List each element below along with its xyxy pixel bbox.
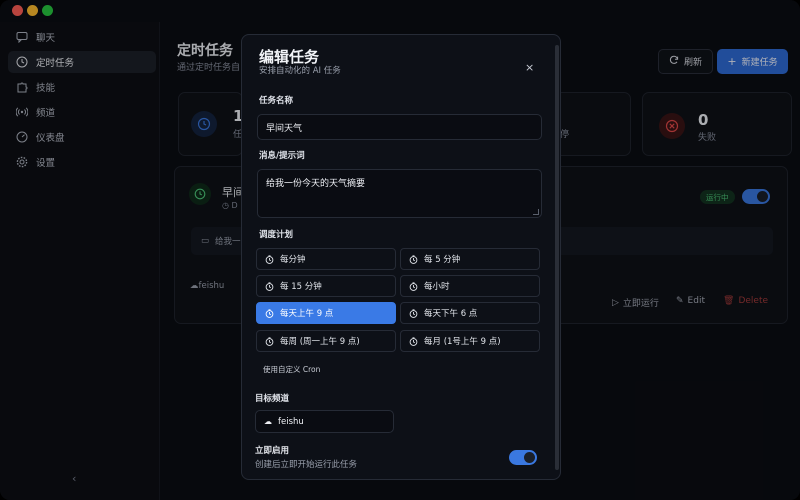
preset-label: 每分钟 bbox=[280, 255, 306, 265]
preset-weekly-monday[interactable]: 每周 (周一上午 9 点) bbox=[256, 330, 396, 352]
message-textarea[interactable]: 给我一份今天的天气摘要 bbox=[257, 169, 542, 218]
preset-label: 每 15 分钟 bbox=[280, 282, 322, 292]
timer-icon bbox=[265, 308, 274, 318]
timer-icon bbox=[409, 308, 418, 318]
timer-icon bbox=[409, 254, 418, 264]
close-icon[interactable]: × bbox=[525, 61, 534, 74]
timer-icon bbox=[409, 336, 418, 346]
preset-daily-9am[interactable]: 每天上午 9 点 bbox=[256, 302, 396, 324]
message-text: 给我一份今天的天气摘要 bbox=[266, 179, 366, 189]
dialog-scrollbar[interactable] bbox=[555, 45, 559, 470]
preset-label: 每天上午 9 点 bbox=[280, 309, 334, 319]
task-name-input[interactable]: 早间天气 bbox=[257, 114, 542, 140]
preset-monthly-1st[interactable]: 每月 (1号上午 9 点) bbox=[400, 330, 540, 352]
channel-value: feishu bbox=[278, 416, 304, 427]
schedule-label: 调度计划 bbox=[259, 230, 294, 240]
preset-label: 每小时 bbox=[424, 282, 450, 292]
enable-now-toggle[interactable] bbox=[509, 450, 537, 465]
preset-label: 每天下午 6 点 bbox=[424, 309, 478, 319]
edit-task-dialog: 编辑任务 安排自动化的 AI 任务 × 任务名称 早间天气 消息/提示词 给我一… bbox=[241, 34, 561, 480]
message-label: 消息/提示词 bbox=[259, 151, 305, 161]
enable-now-description: 创建后立即开始运行此任务 bbox=[255, 460, 358, 470]
enable-now-title: 立即启用 bbox=[255, 446, 290, 456]
preset-every-minute[interactable]: 每分钟 bbox=[256, 248, 396, 270]
preset-every-15-min[interactable]: 每 15 分钟 bbox=[256, 275, 396, 297]
timer-icon bbox=[265, 254, 274, 264]
app-window: 聊天 定时任务 技能 频道 仪表盘 设置 ‹ 定时任务 通过定时任务自 刷新 +… bbox=[0, 0, 800, 500]
custom-cron-link[interactable]: 使用自定义 Cron bbox=[263, 364, 320, 375]
timer-icon bbox=[409, 281, 418, 291]
preset-label: 每周 (周一上午 9 点) bbox=[280, 337, 360, 347]
channel-label: 目标频道 bbox=[255, 394, 290, 404]
toggle-knob bbox=[524, 452, 535, 463]
channel-select[interactable]: ☁ feishu bbox=[255, 410, 394, 433]
timer-icon bbox=[265, 281, 274, 291]
timer-icon bbox=[265, 336, 274, 346]
task-name-label: 任务名称 bbox=[259, 96, 294, 106]
preset-label: 每 5 分钟 bbox=[424, 255, 461, 265]
dialog-subtitle: 安排自动化的 AI 任务 bbox=[259, 66, 341, 76]
preset-every-5-min[interactable]: 每 5 分钟 bbox=[400, 248, 540, 270]
preset-label: 每月 (1号上午 9 点) bbox=[424, 337, 501, 347]
preset-daily-6pm[interactable]: 每天下午 6 点 bbox=[400, 302, 540, 324]
resize-handle[interactable] bbox=[533, 209, 539, 215]
feishu-icon: ☁ bbox=[264, 417, 272, 426]
preset-every-hour[interactable]: 每小时 bbox=[400, 275, 540, 297]
